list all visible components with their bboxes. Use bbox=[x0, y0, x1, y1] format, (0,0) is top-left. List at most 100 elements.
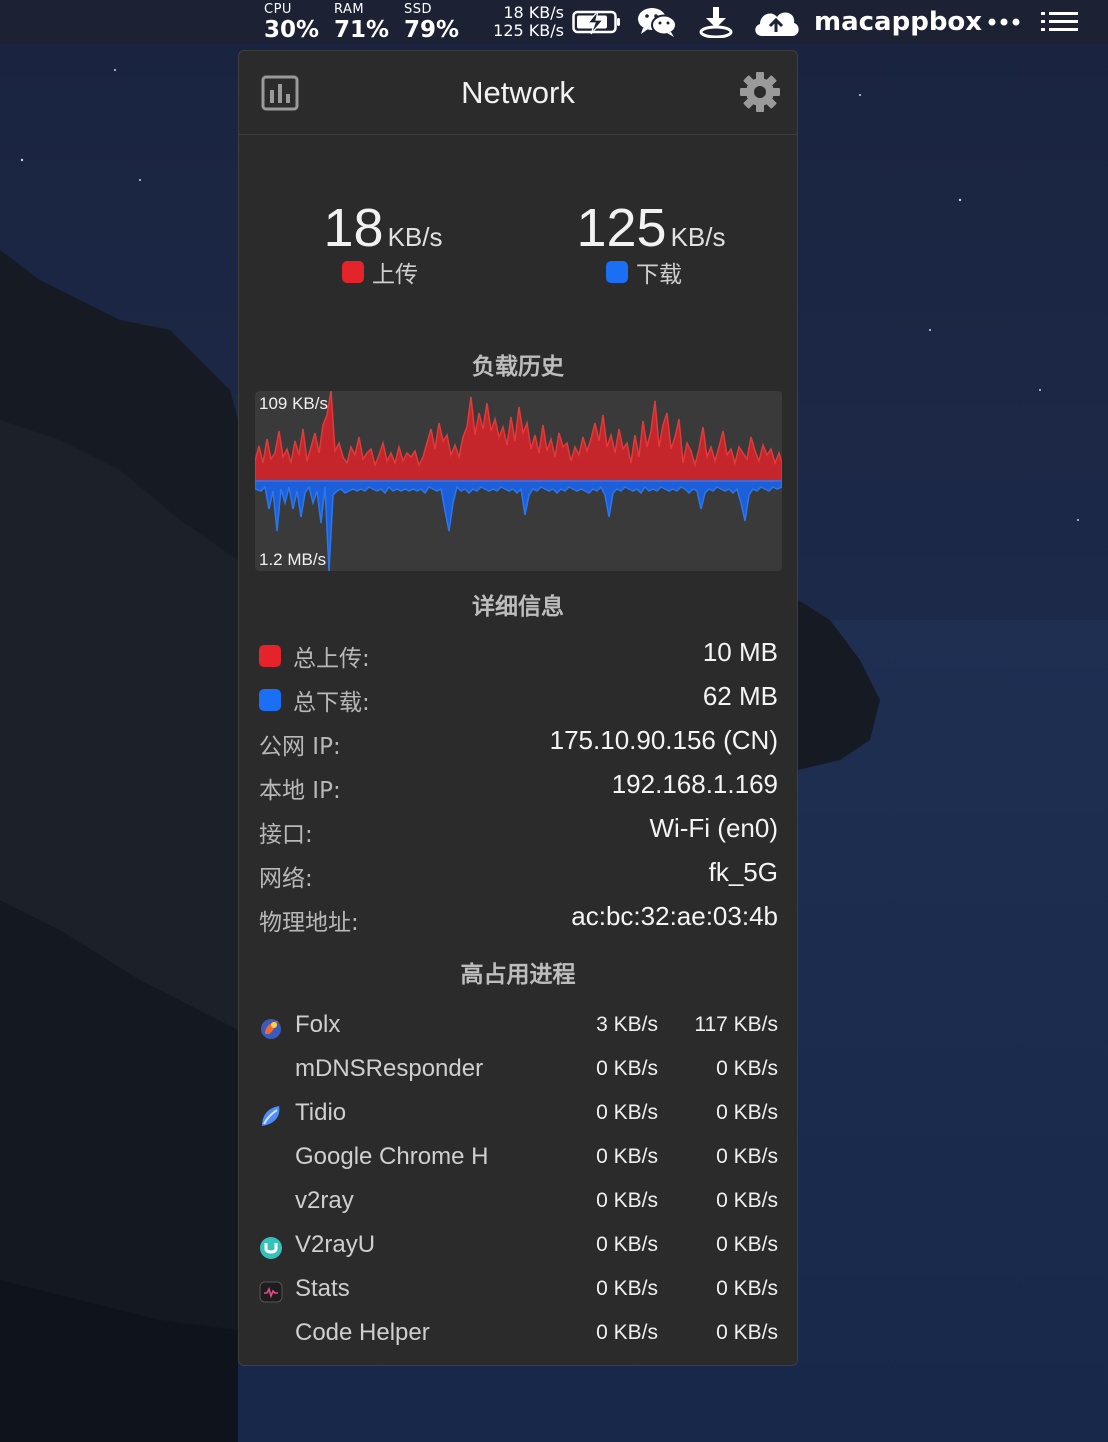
v2rayu-icon bbox=[259, 1236, 283, 1260]
ram-label: RAM bbox=[334, 2, 365, 17]
history-svg bbox=[255, 391, 782, 571]
download-legend: 下载 bbox=[606, 257, 682, 288]
upload-speed: 18 KB/s bbox=[263, 197, 503, 259]
upload-speed-unit: KB/s bbox=[387, 222, 443, 252]
cpu-value: 30% bbox=[264, 17, 320, 43]
process-row[interactable]: Folx 3 KB/s 117 KB/s bbox=[259, 1009, 778, 1049]
process-upload: 0 KB/s bbox=[596, 1233, 658, 1256]
processes-title: 高占用进程 bbox=[460, 962, 576, 988]
detail-total-upload: 总上传: 10 MB bbox=[259, 635, 778, 675]
upload-color-swatch bbox=[342, 261, 364, 283]
local-ip-label: 本地 IP: bbox=[259, 778, 341, 804]
interface-label: 接口: bbox=[259, 822, 313, 848]
upload-legend-label: 上传 bbox=[372, 262, 418, 288]
detail-network: 网络: fk_5G bbox=[259, 855, 778, 895]
public-ip-value[interactable]: 175.10.90.156 (CN) bbox=[550, 725, 778, 756]
wechat-icon[interactable] bbox=[636, 6, 678, 38]
menubar-download-speed: 125 KB/s bbox=[493, 21, 564, 40]
process-row[interactable]: v2ray 0 KB/s 0 KB/s bbox=[259, 1185, 778, 1225]
menubar-cpu[interactable]: CPU 30% bbox=[264, 2, 328, 44]
process-name: Tidio bbox=[295, 1099, 347, 1126]
menubar-network-speed[interactable]: 18 KB/s 125 KB/s bbox=[484, 4, 564, 40]
history-max-upload-label: 109 KB/s bbox=[259, 394, 328, 413]
download-speed-unit: KB/s bbox=[670, 222, 726, 252]
process-download: 0 KB/s bbox=[716, 1101, 778, 1124]
ssd-label: SSD bbox=[404, 2, 433, 17]
detail-public-ip: 公网 IP: 175.10.90.156 (CN) bbox=[259, 723, 778, 763]
process-row[interactable]: Code Helper 0 KB/s 0 KB/s bbox=[259, 1317, 778, 1357]
process-upload: 0 KB/s bbox=[596, 1189, 658, 1212]
detail-local-ip: 本地 IP: 192.168.1.169 bbox=[259, 767, 778, 807]
total-upload-label-text: 总上传: bbox=[293, 646, 370, 672]
process-name: Stats bbox=[295, 1275, 350, 1302]
total-download-label-text: 总下载: bbox=[293, 690, 370, 716]
process-upload: 0 KB/s bbox=[596, 1101, 658, 1124]
public-ip-label: 公网 IP: bbox=[259, 734, 341, 760]
detail-interface: 接口: Wi-Fi (en0) bbox=[259, 811, 778, 851]
download-history-area bbox=[255, 480, 782, 571]
network-value: fk_5G bbox=[708, 857, 778, 887]
interface-value: Wi-Fi (en0) bbox=[649, 813, 778, 843]
network-label: 网络: bbox=[259, 866, 313, 892]
process-upload: 0 KB/s bbox=[596, 1277, 658, 1300]
process-name: Google Chrome H bbox=[295, 1143, 489, 1170]
mac-address-value[interactable]: ac:bc:32:ae:03:4b bbox=[571, 901, 778, 932]
process-upload: 0 KB/s bbox=[596, 1321, 658, 1344]
cpu-label: CPU bbox=[264, 2, 292, 17]
process-name: v2ray bbox=[295, 1187, 354, 1214]
stats-icon bbox=[259, 1280, 283, 1304]
download-color-swatch bbox=[259, 689, 281, 711]
menu-bar: CPU 30% RAM 71% SSD 79% 18 KB/s 125 KB/s bbox=[0, 0, 1108, 44]
download-legend-label: 下载 bbox=[636, 262, 682, 288]
load-history-graph: 109 KB/s 1.2 MB/s bbox=[255, 391, 782, 571]
download-speed-value: 125 bbox=[576, 198, 667, 258]
process-row[interactable]: Google Chrome H 0 KB/s 0 KB/s bbox=[259, 1141, 778, 1181]
process-download: 0 KB/s bbox=[716, 1233, 778, 1256]
process-row[interactable]: Tidio 0 KB/s 0 KB/s bbox=[259, 1097, 778, 1137]
process-row[interactable]: Stats 0 KB/s 0 KB/s bbox=[259, 1273, 778, 1313]
download-color-swatch bbox=[606, 261, 628, 283]
process-download: 117 KB/s bbox=[694, 1013, 778, 1036]
process-row[interactable]: mDNSResponder 0 KB/s 0 KB/s bbox=[259, 1053, 778, 1093]
upload-color-swatch bbox=[259, 645, 281, 667]
process-download: 0 KB/s bbox=[716, 1057, 778, 1080]
upload-speed-value: 18 bbox=[323, 198, 384, 258]
detail-total-download: 总下载: 62 MB bbox=[259, 679, 778, 719]
upload-history-area bbox=[255, 391, 782, 482]
menubar-ssd[interactable]: SSD 79% bbox=[404, 2, 468, 44]
menubar-upload-speed: 18 KB/s bbox=[503, 3, 564, 22]
download-icon[interactable] bbox=[698, 6, 734, 38]
menubar-username[interactable]: macappbox bbox=[814, 6, 982, 38]
total-download-label: 总下载: bbox=[259, 683, 370, 717]
process-download: 0 KB/s bbox=[716, 1277, 778, 1300]
history-max-download-label: 1.2 MB/s bbox=[259, 550, 327, 569]
process-upload: 0 KB/s bbox=[596, 1057, 658, 1080]
process-name: Folx bbox=[295, 1011, 341, 1038]
process-upload: 3 KB/s bbox=[596, 1013, 658, 1036]
folx-icon bbox=[259, 1016, 283, 1040]
details-title: 详细信息 bbox=[472, 594, 564, 620]
more-icon[interactable] bbox=[986, 6, 1022, 38]
process-upload: 0 KB/s bbox=[596, 1145, 658, 1168]
process-row[interactable]: V2rayU 0 KB/s 0 KB/s bbox=[259, 1229, 778, 1269]
total-upload-label: 总上传: bbox=[259, 639, 370, 673]
list-icon[interactable] bbox=[1040, 6, 1080, 38]
process-name: V2rayU bbox=[295, 1231, 376, 1258]
cloud-icon[interactable] bbox=[752, 6, 800, 38]
gear-icon[interactable] bbox=[739, 71, 781, 113]
process-download: 0 KB/s bbox=[716, 1145, 778, 1168]
detail-mac-address: 物理地址: ac:bc:32:ae:03:4b bbox=[259, 899, 778, 939]
download-speed: 125 KB/s bbox=[531, 197, 771, 259]
process-name: Code Helper bbox=[295, 1319, 430, 1346]
history-title: 负载历史 bbox=[472, 354, 564, 380]
battery-charging-icon[interactable] bbox=[572, 6, 622, 38]
total-download-value: 62 MB bbox=[702, 681, 778, 711]
local-ip-value[interactable]: 192.168.1.169 bbox=[612, 769, 778, 800]
total-upload-value: 10 MB bbox=[702, 637, 778, 667]
panel-header: Network bbox=[239, 51, 797, 135]
tidio-icon bbox=[259, 1104, 283, 1128]
panel-title: Network bbox=[461, 75, 575, 110]
mac-address-label: 物理地址: bbox=[259, 910, 359, 936]
menubar-ram[interactable]: RAM 71% bbox=[334, 2, 398, 44]
process-download: 0 KB/s bbox=[716, 1321, 778, 1344]
